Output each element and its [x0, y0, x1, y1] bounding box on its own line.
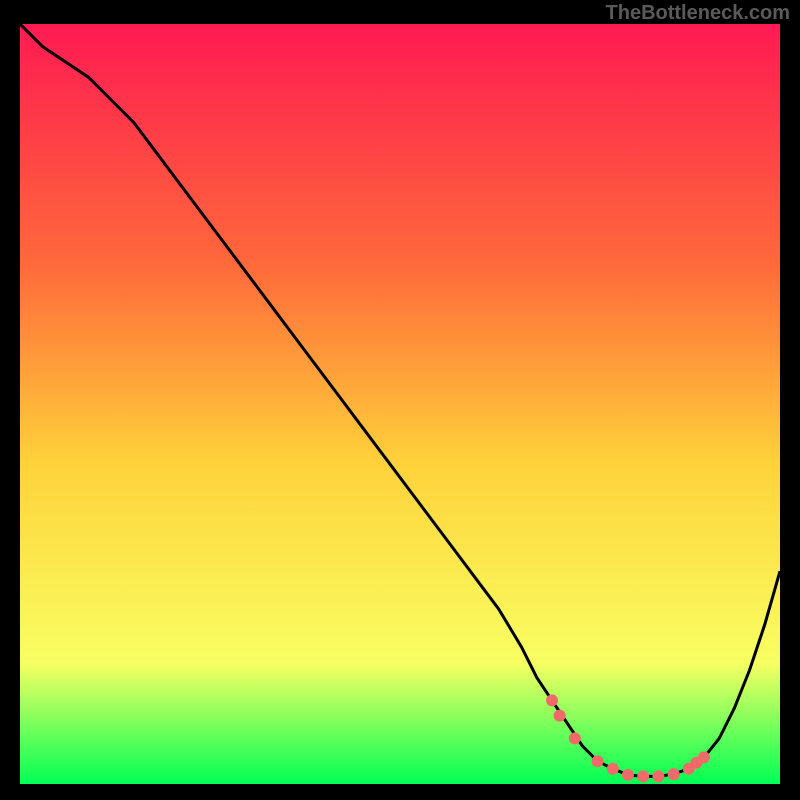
marker-point: [569, 732, 581, 744]
marker-point: [668, 768, 680, 780]
plot-area: [20, 24, 780, 784]
marker-point: [652, 770, 664, 782]
gradient-background: [20, 24, 780, 784]
plot-svg: [20, 24, 780, 784]
marker-point: [592, 755, 604, 767]
marker-point: [622, 769, 634, 781]
marker-point: [607, 763, 619, 775]
watermark-text: TheBottleneck.com: [606, 2, 790, 25]
marker-point: [698, 751, 710, 763]
marker-point: [554, 710, 566, 722]
marker-point: [637, 770, 649, 782]
chart-stage: TheBottleneck.com: [0, 0, 800, 800]
marker-point: [546, 694, 558, 706]
